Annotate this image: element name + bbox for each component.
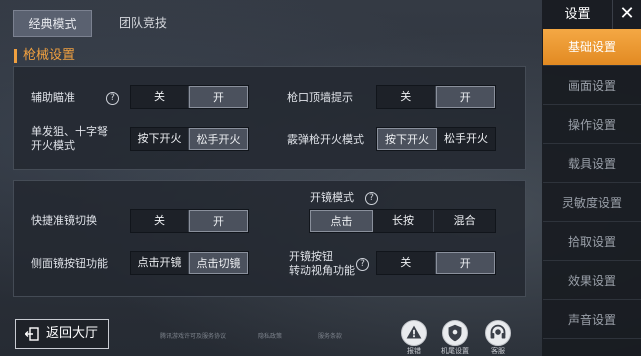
help-icon[interactable]: ?	[356, 258, 369, 271]
side-scope-label: 侧面镜按钮功能	[31, 257, 108, 270]
release-to-fire-option[interactable]: 松手开火	[437, 128, 495, 150]
privacy-policy-link[interactable]: 隐私政策	[258, 331, 282, 340]
shotgun-fire-mode-selector[interactable]: 按下开火 松手开火	[376, 127, 496, 151]
weapon-settings-panel	[13, 66, 526, 170]
aim-assist-on[interactable]: 开	[189, 86, 248, 108]
scope-rotate-label-line1: 开镜按钮	[289, 250, 333, 263]
help-icon[interactable]: ?	[365, 192, 378, 205]
sidebar-item-sensitivity[interactable]: 灵敏度设置	[543, 185, 641, 222]
headset-icon[interactable]	[485, 320, 511, 346]
scope-rotate-label-line2: 转动视角功能	[289, 264, 355, 277]
aim-assist-toggle[interactable]: 关 开	[130, 85, 249, 109]
help-icon[interactable]: ?	[106, 92, 119, 105]
shield-icon[interactable]	[442, 320, 468, 346]
scope-switch-label: 快捷准镜切换	[31, 214, 97, 227]
customer-service-label: 客服	[491, 347, 505, 355]
section-title: 枪械设置	[23, 48, 76, 63]
report-label: 报错	[407, 347, 421, 355]
scope-mode-hold[interactable]: 长按	[373, 210, 435, 232]
scope-settings-panel	[13, 180, 526, 297]
side-scope-selector[interactable]: 点击开镜 点击切镜	[130, 251, 249, 275]
muzzle-hint-toggle[interactable]: 关 开	[376, 85, 496, 109]
back-to-lobby-button[interactable]: 返回大厅	[15, 319, 109, 349]
sidebar-item-basic[interactable]: 基础设置	[543, 29, 641, 66]
scope-switch-off[interactable]: 关	[131, 210, 189, 232]
scope-mode-tap[interactable]: 点击	[310, 210, 373, 232]
scope-switch-on[interactable]: 开	[189, 210, 248, 232]
terms-of-service-link[interactable]: 服务条款	[318, 331, 342, 340]
close-icon[interactable]: ✕	[612, 0, 641, 29]
scope-rotate-off[interactable]: 关	[377, 252, 436, 274]
muzzle-hint-label: 枪口顶墙提示	[287, 91, 353, 104]
tab-classic-mode[interactable]: 经典模式	[13, 10, 92, 37]
sidebar-item-vehicle[interactable]: 载具设置	[543, 146, 641, 183]
scope-mode-mixed[interactable]: 混合	[434, 210, 495, 232]
sidebar-item-audio[interactable]: 声音设置	[543, 302, 641, 339]
press-to-fire-option[interactable]: 按下开火	[131, 128, 189, 150]
warning-icon[interactable]	[401, 320, 427, 346]
scope-mode-selector[interactable]: 点击 长按 混合	[309, 209, 496, 233]
scope-rotate-toggle[interactable]: 关 开	[376, 251, 496, 275]
muzzle-hint-off[interactable]: 关	[377, 86, 436, 108]
sidebar-item-controls[interactable]: 操作设置	[543, 107, 641, 144]
press-to-fire-option[interactable]: 按下开火	[377, 128, 437, 150]
scope-switch-toggle[interactable]: 关 开	[130, 209, 249, 233]
tap-to-switch-scope-option[interactable]: 点击切镜	[189, 252, 248, 274]
tab-team-deathmatch[interactable]: 团队竞技	[108, 10, 178, 37]
headset-glyph	[490, 324, 506, 339]
account-settings-label: 机尾设置	[441, 347, 469, 355]
aim-assist-off[interactable]: 关	[131, 86, 189, 108]
muzzle-hint-on[interactable]: 开	[435, 86, 495, 108]
sidebar-item-pickup[interactable]: 拾取设置	[543, 224, 641, 261]
sidebar-title: 设置	[564, 7, 591, 22]
shield-glyph	[448, 324, 462, 342]
shotgun-fire-label: 霰弹枪开火模式	[287, 133, 364, 146]
back-label: 返回大厅	[46, 326, 99, 341]
scope-mode-label: 开镜模式	[310, 191, 354, 204]
sidebar-item-graphics[interactable]: 画面设置	[543, 68, 641, 105]
tap-to-scope-option[interactable]: 点击开镜	[131, 252, 189, 274]
report-glyph	[406, 325, 422, 339]
single-fire-label-line1: 单发狙、十字弩	[31, 125, 108, 138]
release-to-fire-option[interactable]: 松手开火	[189, 128, 248, 150]
exit-icon	[25, 327, 39, 341]
single-fire-mode-selector[interactable]: 按下开火 松手开火	[130, 127, 249, 151]
scope-rotate-on[interactable]: 开	[435, 252, 495, 274]
sidebar-item-effects[interactable]: 效果设置	[543, 263, 641, 300]
aim-assist-label: 辅助瞄准	[31, 91, 75, 104]
single-fire-label-line2: 开火模式	[31, 139, 75, 152]
license-agreement-link[interactable]: 腾讯游戏许可及服务协议	[160, 331, 226, 340]
